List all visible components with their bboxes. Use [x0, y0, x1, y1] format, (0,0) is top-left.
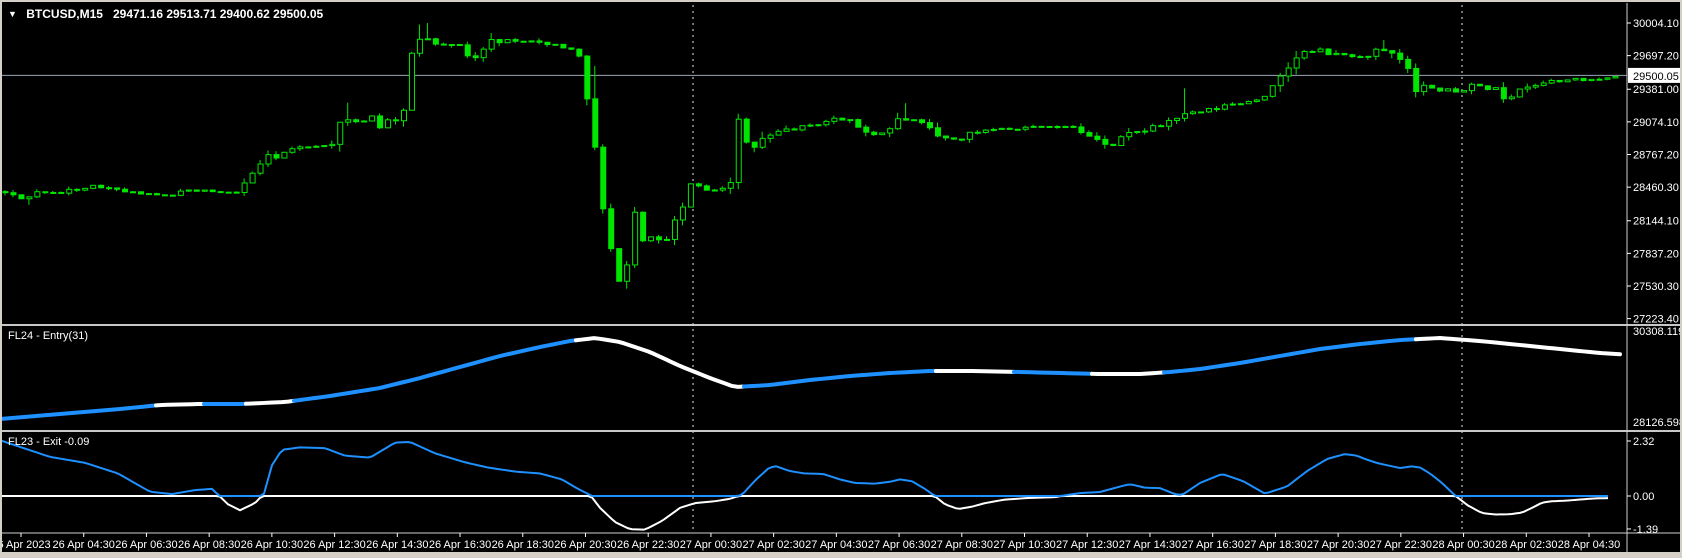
time-axis-label: 27 Apr 00:30: [680, 539, 742, 551]
time-axis-label: 26 Apr 18:30: [492, 539, 554, 551]
mt4-chart-window: 30004.10 29697.20 29381.00 29074.10 28767.20…: [0, 0, 1682, 558]
time-axis-label: 27 Apr 22:30: [1370, 539, 1432, 551]
price-axis-label: 29074.10: [1633, 117, 1679, 129]
price-axis-label: 27530.30: [1633, 281, 1679, 293]
exit-axis-label: -1.39: [1633, 524, 1658, 536]
exit-negative-line: [0, 495, 1609, 531]
window-border-left: [0, 0, 2, 558]
entry-indicator-line: [0, 336, 1622, 421]
time-axis-label: 26 Apr 14:30: [366, 539, 428, 551]
exit-axis-label: 0.00: [1633, 491, 1654, 503]
time-axis-label: 27 Apr 04:30: [805, 539, 867, 551]
price-axis-label: 28767.20: [1633, 150, 1679, 162]
current-price-tag-text: 29500.05: [1633, 71, 1679, 83]
time-axis-label: 28 Apr 04:30: [1558, 539, 1620, 551]
time-axis[interactable]: [20, 533, 1590, 537]
time-axis-label: 26 Apr 08:30: [178, 539, 240, 551]
pane-divider-exit[interactable]: [0, 430, 1682, 432]
time-axis-label: 27 Apr 02:30: [742, 539, 804, 551]
chart-symbol-period: BTCUSD,M15: [26, 7, 103, 21]
time-axis-label: 28 Apr 02:30: [1495, 539, 1557, 551]
price-axis-label: 29697.20: [1633, 51, 1679, 63]
chart-header: ▼ BTCUSD,M15 29471.16 29513.71 29400.62 …: [8, 7, 323, 21]
symbol-dropdown-icon[interactable]: ▼: [8, 9, 17, 19]
price-axis-label: 27223.40: [1633, 314, 1679, 326]
time-axis-label: 26 Apr 04:30: [53, 539, 115, 551]
time-axis-label: 27 Apr 16:30: [1181, 539, 1243, 551]
time-axis-label: 27 Apr 14:30: [1119, 539, 1181, 551]
time-axis-label: 27 Apr 06:30: [868, 539, 930, 551]
window-border-bottom[interactable]: [0, 552, 1682, 558]
time-axis-label: 28 Apr 00:30: [1432, 539, 1494, 551]
window-border-top: [0, 0, 1682, 2]
indicator-label-entry: FL24 - Entry(31): [8, 330, 89, 342]
time-axis-label: 26 Apr 16:30: [429, 539, 491, 551]
time-axis-label: 27 Apr 10:30: [993, 539, 1055, 551]
entry-axis-label-bottom: 28126.598: [1633, 417, 1682, 429]
exit-indicator-lines: [0, 439, 1609, 531]
candlestick-series: [2, 23, 1619, 289]
chart-canvas[interactable]: 30004.10 29697.20 29381.00 29074.10 28767.20…: [0, 0, 1682, 558]
exit-axis-label: 2.32: [1633, 436, 1654, 448]
time-axis-label: 27 Apr 08:30: [931, 539, 993, 551]
time-axis-label: 26 Apr 22:30: [617, 539, 679, 551]
time-axis-label: 26 Apr 06:30: [115, 539, 177, 551]
price-axis-label: 29381.00: [1633, 84, 1679, 96]
indicator-label-exit: FL23 - Exit -0.09: [8, 436, 90, 448]
price-axis-label: 27837.20: [1633, 248, 1679, 260]
entry-axis-label-top: 30308.119: [1633, 326, 1682, 338]
chart-ohlc-values: 29471.16 29513.71 29400.62 29500.05: [112, 7, 324, 21]
exit-positive-line: [0, 439, 1608, 497]
price-axis-label: 30004.10: [1633, 18, 1679, 30]
time-axis-label: 27 Apr 12:30: [1056, 539, 1118, 551]
pane-divider-entry[interactable]: [0, 324, 1682, 326]
time-axis-label: 26 Apr 12:30: [303, 539, 365, 551]
time-axis-label: 26 Apr 2023: [0, 539, 51, 551]
price-axis-label: 28460.30: [1633, 182, 1679, 194]
price-axis-label: 28144.10: [1633, 216, 1679, 228]
price-axis[interactable]: [1627, 22, 1631, 320]
time-axis-label: 26 Apr 10:30: [241, 539, 303, 551]
time-axis-label: 27 Apr 20:30: [1307, 539, 1369, 551]
time-axis-label: 26 Apr 20:30: [554, 539, 616, 551]
time-axis-label: 27 Apr 18:30: [1244, 539, 1306, 551]
